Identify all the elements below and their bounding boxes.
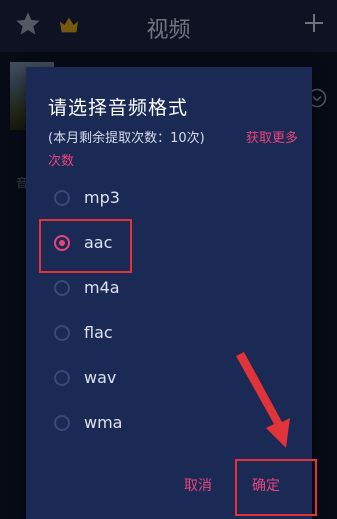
get-more-link-continued[interactable]: 次数 <box>48 150 74 169</box>
format-label: m4a <box>84 278 120 297</box>
radio-button[interactable] <box>54 415 70 431</box>
format-option-flac[interactable]: flac <box>48 315 288 355</box>
annotation-arrow-icon <box>236 352 290 448</box>
get-more-link[interactable]: 获取更多 <box>246 127 298 146</box>
format-label: flac <box>84 323 113 342</box>
remaining-count-text: (本月剩余提取次数：10次) <box>48 131 205 146</box>
format-option-mp3[interactable]: mp3 <box>48 180 288 220</box>
radio-button[interactable] <box>54 190 70 206</box>
radio-button[interactable] <box>54 370 70 386</box>
format-label: mp3 <box>84 188 120 207</box>
format-option-m4a[interactable]: m4a <box>48 270 288 310</box>
radio-button[interactable] <box>54 325 70 341</box>
format-label: wma <box>84 413 123 432</box>
dialog-title: 请选择音频格式 <box>48 97 189 119</box>
radio-button[interactable] <box>54 280 70 296</box>
format-label: wav <box>84 368 117 387</box>
annotation-highlight-box <box>235 459 317 516</box>
annotation-highlight-box <box>39 219 132 273</box>
cancel-button[interactable]: 取消 <box>184 475 212 495</box>
